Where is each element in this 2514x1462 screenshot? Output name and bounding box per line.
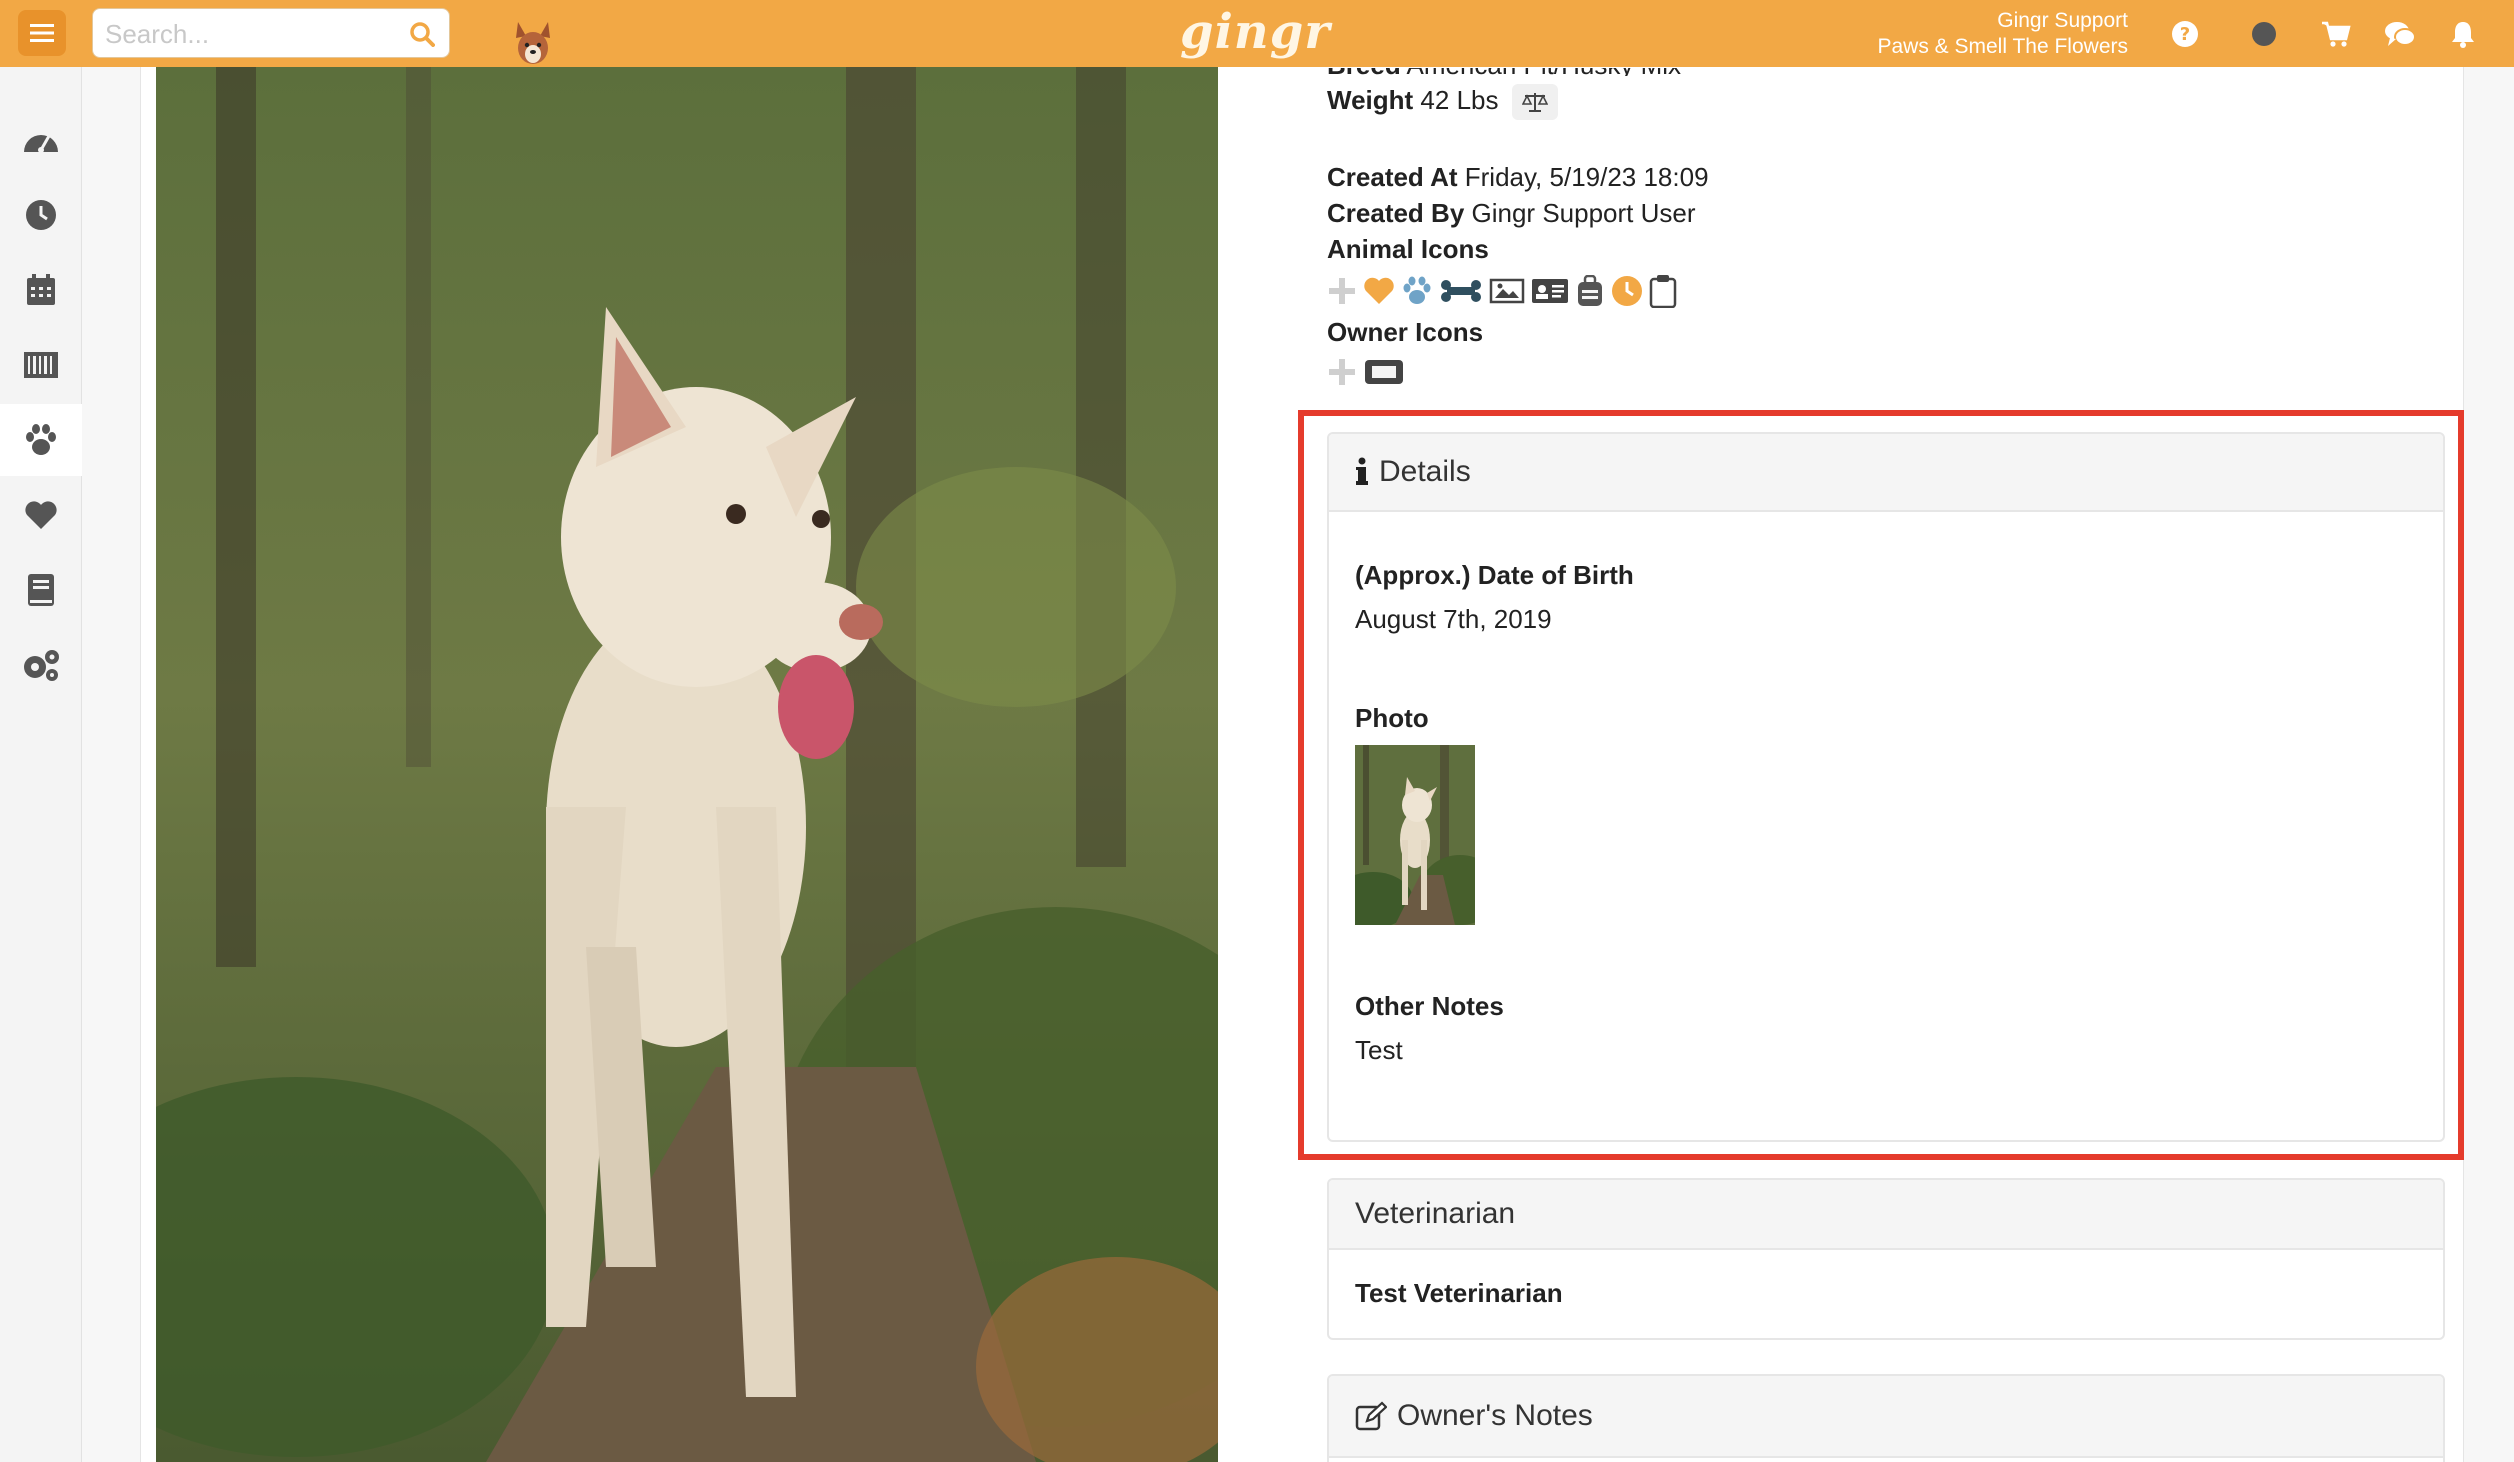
scale-icon [1521, 93, 1548, 112]
clock-icon [26, 200, 56, 230]
gingr-logo[interactable]: gingr [1180, 4, 1331, 60]
weight-label: Weight [1327, 84, 1414, 115]
business-name: Paws & Smell The Flowers [1877, 35, 2128, 58]
owner-icons-row [1327, 357, 1405, 387]
search-input[interactable] [105, 17, 395, 51]
gauge-icon [23, 134, 58, 153]
status-button[interactable] [2244, 14, 2284, 54]
user-info[interactable]: Gingr Support Paws & Smell The Flowers [1877, 8, 2128, 60]
veterinarian-header: Veterinarian [1329, 1180, 2443, 1250]
bone-icon[interactable] [1439, 278, 1483, 304]
sidebar-item-calendar[interactable] [0, 254, 82, 326]
highlight-box [1298, 410, 2464, 1160]
menu-icon [30, 24, 54, 42]
animal-icons-row [1327, 274, 1677, 308]
created-by-value: Gingr Support User [1471, 198, 1696, 228]
clipboard-icon[interactable] [1649, 274, 1677, 308]
chat-button[interactable] [2380, 14, 2420, 54]
add-icon[interactable] [1327, 357, 1357, 387]
owners-notes-header: Owner's Notes [1329, 1376, 2443, 1458]
bell-icon [2452, 22, 2474, 48]
paw-icon[interactable] [1401, 276, 1433, 306]
search-icon[interactable] [409, 21, 435, 47]
owners-notes-title: Owner's Notes [1397, 1399, 1593, 1432]
menu-button[interactable] [18, 10, 66, 56]
help-button[interactable]: ? [2165, 14, 2205, 54]
owner-icons-heading: Owner Icons [1327, 317, 1484, 347]
cart-button[interactable] [2316, 14, 2356, 54]
notifications-button[interactable] [2443, 14, 2483, 54]
status-dot-icon [2252, 22, 2276, 46]
heart-icon [25, 501, 57, 529]
dog-mascot-icon [516, 22, 550, 64]
cart-icon [2322, 21, 2351, 47]
clock-icon[interactable] [1611, 275, 1643, 307]
heart-icon[interactable] [1363, 276, 1395, 306]
user-name: Gingr Support [1997, 9, 2128, 32]
owners-notes-card: Owner's Notes [1327, 1374, 2445, 1462]
sidebar-item-settings[interactable] [0, 629, 82, 701]
veterinarian-card: Veterinarian [1327, 1178, 2445, 1340]
image-icon[interactable] [1489, 277, 1525, 305]
created-at-label: Created At [1327, 162, 1458, 192]
barcode-icon [24, 352, 58, 378]
sidebar-item-animals[interactable] [0, 404, 82, 476]
chat-icon [2385, 22, 2416, 46]
svg-text:?: ? [2180, 24, 2190, 45]
paw-icon [26, 424, 56, 455]
gears-icon [24, 650, 59, 681]
animal-photo[interactable] [156, 67, 1218, 1462]
help-icon: ? [2172, 21, 2198, 47]
calendar-icon [27, 274, 55, 305]
id-card-icon[interactable] [1531, 277, 1569, 305]
search-box [92, 8, 450, 58]
weight-history-button[interactable] [1511, 84, 1558, 120]
sidebar-item-favorites[interactable] [0, 479, 82, 551]
sidebar-item-history[interactable] [0, 179, 82, 251]
created-by-label: Created By [1327, 198, 1465, 228]
veterinarian-title: Veterinarian [1355, 1197, 1516, 1230]
sidebar [0, 67, 82, 1462]
sidebar-item-barcode[interactable] [0, 329, 82, 401]
top-bar: gingr Gingr Support Paws & Smell The Flo… [0, 0, 2514, 67]
weight-row: Weight 42 Lbs [1327, 84, 1558, 120]
created-at-value: Friday, 5/19/23 18:09 [1464, 162, 1709, 192]
created-by-row: Created By Gingr Support User [1327, 198, 1696, 229]
weight-value: 42 Lbs [1420, 84, 1499, 115]
ticket-icon[interactable] [1363, 358, 1405, 386]
book-icon [28, 574, 54, 606]
edit-icon [1355, 1401, 1387, 1431]
animal-icons-heading: Animal Icons [1327, 234, 1489, 264]
backpack-icon[interactable] [1575, 275, 1605, 307]
add-icon[interactable] [1327, 276, 1357, 306]
veterinarian-name[interactable]: Test Veterinarian [1355, 1278, 1563, 1309]
created-at-row: Created At Friday, 5/19/23 18:09 [1327, 162, 1709, 193]
sidebar-item-reports[interactable] [0, 554, 82, 626]
sidebar-item-dashboard[interactable] [0, 104, 82, 176]
